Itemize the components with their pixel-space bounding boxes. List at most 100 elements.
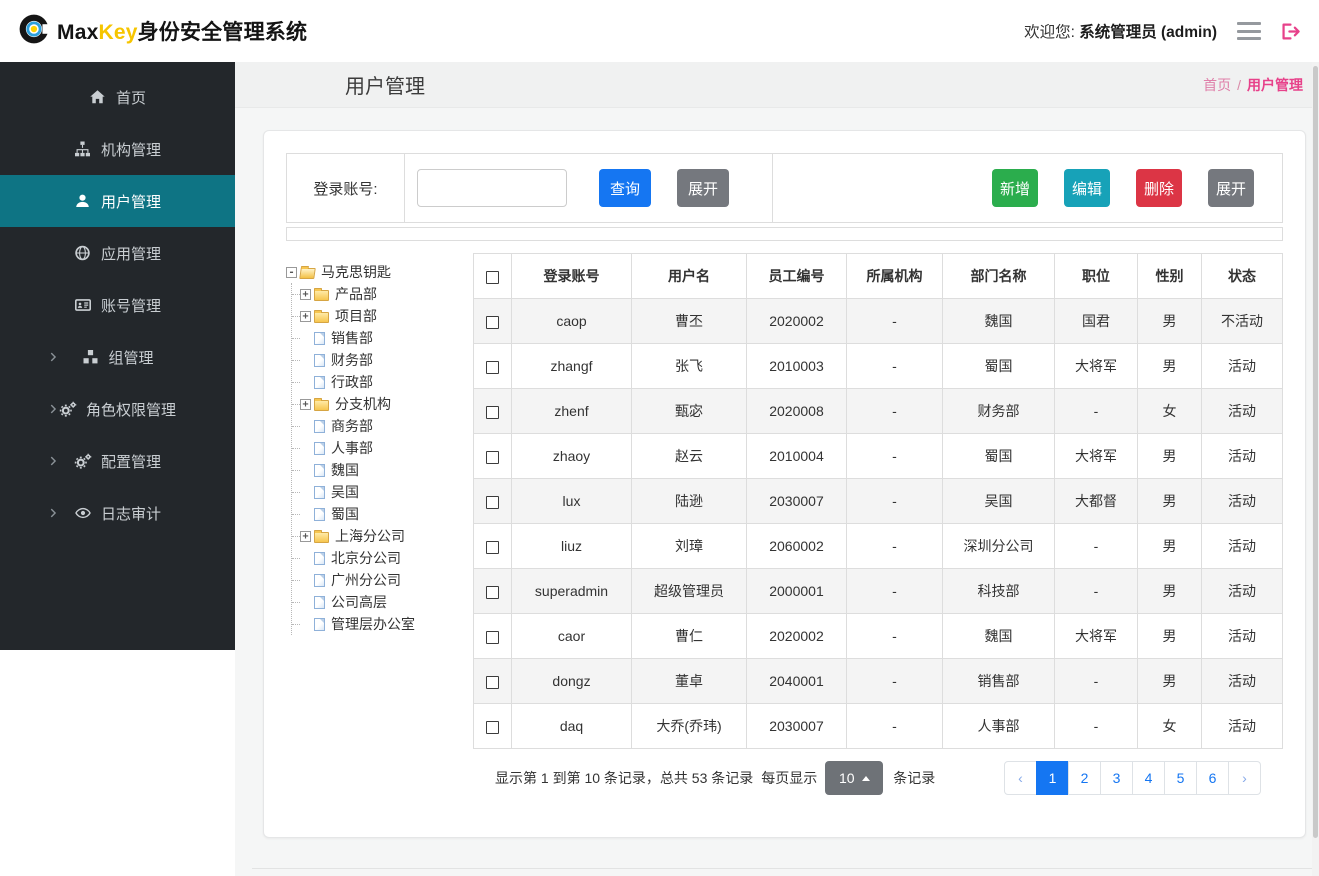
- pagination-page-3[interactable]: 3: [1100, 761, 1133, 795]
- pagination-page-6[interactable]: 6: [1196, 761, 1229, 795]
- row-checkbox[interactable]: [486, 360, 499, 374]
- tree-node[interactable]: + 分支机构: [292, 393, 473, 415]
- sidebar-item-label: 日志审计: [100, 505, 161, 523]
- sidebar-item-label: 机构管理: [100, 141, 161, 159]
- chevron-right-icon: [46, 506, 60, 520]
- row-checkbox[interactable]: [486, 675, 499, 689]
- file-icon: [314, 617, 325, 631]
- table-row[interactable]: liuz 刘璋 2060002- 深圳分公司 - 男活动: [473, 523, 1283, 569]
- sidebar-item-groups[interactable]: 组管理: [0, 331, 235, 383]
- maxkey-logo-icon: [18, 12, 52, 51]
- tree-node[interactable]: 财务部: [292, 349, 473, 371]
- sidebar-item-accounts[interactable]: 账号管理: [0, 279, 235, 331]
- table-row[interactable]: zhangf 张飞 2010003- 蜀国 大将军男活动: [473, 343, 1283, 389]
- scrollbar[interactable]: [1312, 62, 1319, 876]
- tree-toggle[interactable]: +: [300, 398, 311, 410]
- page-title: 用户管理: [345, 76, 425, 98]
- sidebar-item-org[interactable]: 机构管理: [0, 123, 235, 175]
- tree-toggle[interactable]: +: [300, 310, 311, 322]
- tree-node[interactable]: 北京分公司: [292, 547, 473, 569]
- row-checkbox[interactable]: [486, 450, 499, 464]
- row-checkbox[interactable]: [486, 585, 499, 599]
- table-row[interactable]: lux 陆逊 2030007- 吴国 大都督男活动: [473, 478, 1283, 524]
- tree-node[interactable]: 销售部: [292, 327, 473, 349]
- sidebar-item-users[interactable]: 用户管理: [0, 175, 235, 227]
- tree-node[interactable]: + 产品部: [292, 283, 473, 305]
- pagination-page-2[interactable]: 2: [1068, 761, 1101, 795]
- pagination-page-5[interactable]: 5: [1164, 761, 1197, 795]
- sidebar-item-config[interactable]: 配置管理: [0, 435, 235, 487]
- toolbar-expand-button[interactable]: 展开: [1208, 169, 1254, 207]
- table-row[interactable]: zhaoy 赵云 2010004- 蜀国 大将军男活动: [473, 433, 1283, 479]
- sidebar: 首页 机构管理 用户管理 应用管理 账号管理 组管理 角色权限管理 配置管理 日…: [0, 62, 235, 876]
- edit-button[interactable]: 编辑: [1064, 169, 1110, 207]
- sidebar-item-audit[interactable]: 日志审计: [0, 487, 235, 539]
- row-checkbox[interactable]: [486, 495, 499, 509]
- select-all-checkbox[interactable]: [486, 270, 499, 284]
- table-row[interactable]: superadmin 超级管理员 2000001- 科技部 - 男活动: [473, 568, 1283, 614]
- pagination-bar: 显示第 1 到第 10 条记录，总共 53 条记录 每页显示 10 条记录 ‹ …: [495, 761, 1261, 795]
- row-checkbox[interactable]: [486, 405, 499, 419]
- page-header: 用户管理 首页 / 用户管理: [235, 62, 1319, 108]
- tree-node[interactable]: 蜀国: [292, 503, 473, 525]
- folder-icon: [314, 530, 329, 543]
- tree-node[interactable]: 行政部: [292, 371, 473, 393]
- pagination-next[interactable]: ›: [1228, 761, 1261, 795]
- file-icon: [314, 507, 325, 521]
- table-header-row: 登录账号 用户名 员工编号 所属机构 部门名称 职位 性别 状态: [473, 253, 1283, 299]
- pagination-page-4[interactable]: 4: [1132, 761, 1165, 795]
- pagination-page-1[interactable]: 1: [1036, 761, 1069, 795]
- tree-node[interactable]: 商务部: [292, 415, 473, 437]
- login-account-input[interactable]: [417, 169, 567, 207]
- eye-icon: [74, 505, 92, 522]
- tree-node[interactable]: 人事部: [292, 437, 473, 459]
- column-header: 所属机构: [846, 253, 943, 299]
- users-table: 登录账号 用户名 员工编号 所属机构 部门名称 职位 性别 状态 caop 曹丕…: [473, 253, 1283, 795]
- tree-node[interactable]: 魏国: [292, 459, 473, 481]
- chevron-right-icon: [46, 454, 60, 468]
- tree-node[interactable]: 管理层办公室: [292, 613, 473, 635]
- main-content: 用户管理 首页 / 用户管理 登录账号: 查询 展开 新增 编辑 删除 展开 -…: [235, 62, 1319, 876]
- tree-node[interactable]: + 上海分公司: [292, 525, 473, 547]
- tree-toggle[interactable]: +: [300, 288, 311, 300]
- row-checkbox[interactable]: [486, 315, 499, 329]
- row-checkbox[interactable]: [486, 540, 499, 554]
- file-icon: [314, 419, 325, 433]
- scrollbar-thumb[interactable]: [1313, 66, 1318, 838]
- tree-node-root[interactable]: - 马克思钥匙: [286, 261, 473, 283]
- table-row[interactable]: caop 曹丕 2020002- 魏国 国君男不活动: [473, 298, 1283, 344]
- sidebar-item-home[interactable]: 首页: [0, 71, 235, 123]
- pagination-prev[interactable]: ‹: [1004, 761, 1037, 795]
- tree-node[interactable]: 吴国: [292, 481, 473, 503]
- sidebar-item-label: 用户管理: [100, 193, 161, 211]
- page-size-suffix: 条记录: [893, 770, 936, 786]
- row-checkbox[interactable]: [486, 630, 499, 644]
- sidebar-item-apps[interactable]: 应用管理: [0, 227, 235, 279]
- file-icon: [314, 463, 325, 477]
- tree-toggle[interactable]: +: [300, 530, 311, 542]
- table-row[interactable]: zhenf 甄宓 2020008- 财务部 - 女活动: [473, 388, 1283, 434]
- search-expand-button[interactable]: 展开: [677, 169, 729, 207]
- row-checkbox[interactable]: [486, 720, 499, 734]
- add-button[interactable]: 新增: [992, 169, 1038, 207]
- sidebar-item-roles[interactable]: 角色权限管理: [0, 383, 235, 435]
- column-header: 性别: [1137, 253, 1202, 299]
- delete-button[interactable]: 删除: [1136, 169, 1182, 207]
- menu-toggle-icon[interactable]: [1237, 22, 1261, 40]
- query-button[interactable]: 查询: [599, 169, 651, 207]
- tree-toggle[interactable]: -: [286, 266, 297, 278]
- search-panel: 登录账号: 查询 展开 新增 编辑 删除 展开: [286, 153, 1283, 223]
- file-icon: [314, 595, 325, 609]
- breadcrumb-home-link[interactable]: 首页: [1203, 75, 1231, 95]
- table-row[interactable]: daq 大乔(乔玮) 2030007- 人事部 - 女活动: [473, 703, 1283, 749]
- logout-icon[interactable]: [1281, 22, 1301, 40]
- id-card-icon: [74, 297, 92, 314]
- table-row[interactable]: dongz 董卓 2040001- 销售部 - 男活动: [473, 658, 1283, 704]
- gears-icon: [74, 453, 92, 470]
- table-row[interactable]: caor 曹仁 2020002- 魏国 大将军男活动: [473, 613, 1283, 659]
- tree-node[interactable]: 广州分公司: [292, 569, 473, 591]
- tree-node[interactable]: 公司高层: [292, 591, 473, 613]
- page-size-select[interactable]: 10: [825, 761, 884, 795]
- breadcrumb-current: 用户管理: [1247, 76, 1303, 93]
- tree-node[interactable]: + 项目部: [292, 305, 473, 327]
